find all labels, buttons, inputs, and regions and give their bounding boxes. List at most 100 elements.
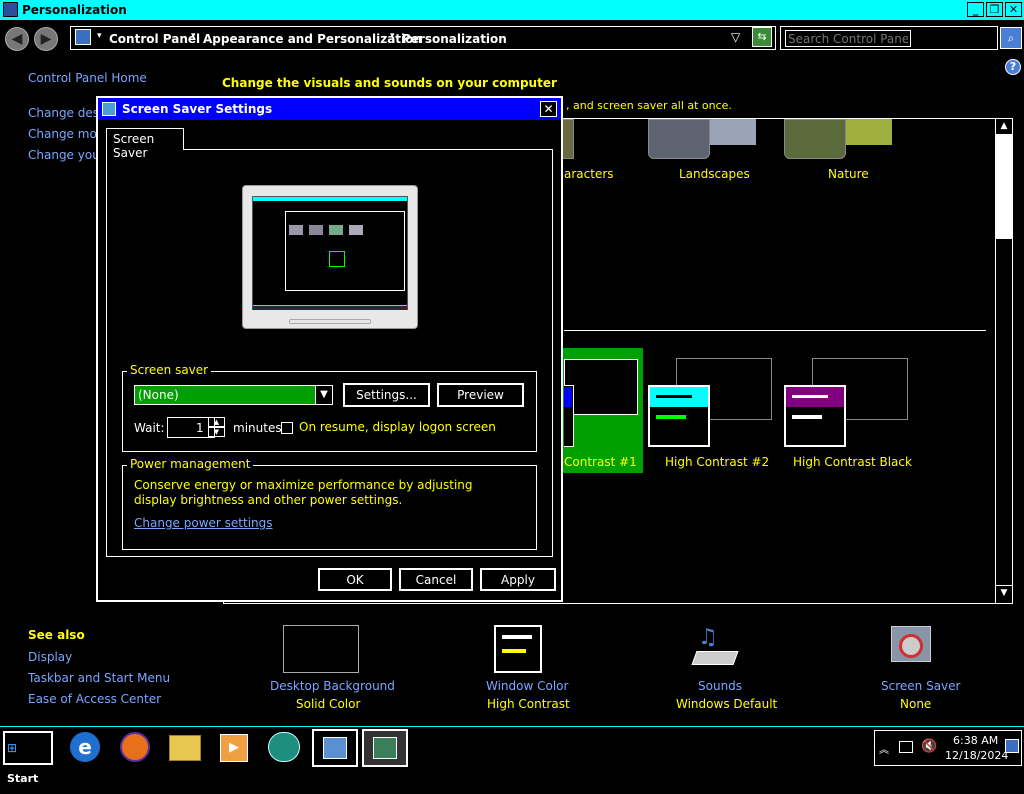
apply-button[interactable]: Apply: [480, 568, 556, 591]
see-also-ease-of-access-link[interactable]: Ease of Access Center: [28, 692, 161, 706]
clock-time[interactable]: 6:38 AM: [953, 734, 998, 747]
back-button[interactable]: ◀: [5, 27, 29, 51]
theme-label-characters[interactable]: aracters: [564, 167, 614, 181]
control-panel-icon: [323, 737, 347, 759]
theme-label-landscapes[interactable]: Landscapes: [679, 167, 750, 181]
wait-spinner-down[interactable]: ▼: [208, 427, 225, 437]
preview-taskbar: [253, 305, 407, 310]
sounds-label[interactable]: Sounds: [698, 679, 742, 693]
chevron-down-icon[interactable]: ▾: [191, 31, 196, 41]
theme-preview-hcblack[interactable]: [784, 385, 846, 447]
screen-saver-icon[interactable]: [891, 626, 935, 668]
app-icon[interactable]: [268, 732, 300, 762]
chevron-down-icon[interactable]: ▾: [390, 31, 395, 41]
hc2-content-line: [656, 415, 686, 419]
file-explorer-icon[interactable]: [169, 735, 201, 761]
theme-preview-hc1: [564, 359, 638, 415]
scroll-down-button[interactable]: ▼: [996, 585, 1012, 601]
control-panel-home-link[interactable]: Control Panel Home: [28, 71, 147, 85]
screen-saver-select[interactable]: (None) ▼: [134, 385, 333, 405]
window-color-label[interactable]: Window Color: [486, 679, 568, 693]
chevron-down-icon[interactable]: ▼: [315, 386, 332, 404]
tab-screen-saver[interactable]: Screen Saver: [106, 128, 184, 160]
control-panel-icon: [75, 29, 91, 45]
sounds-icon[interactable]: ♫: [691, 625, 740, 671]
resume-checkbox[interactable]: [281, 422, 293, 434]
see-also-taskbar-link[interactable]: Taskbar and Start Menu: [28, 671, 170, 685]
start-button[interactable]: ⊞ Start: [3, 731, 53, 785]
address-box[interactable]: ▾ Control Panel ▾ Appearance and Persona…: [70, 26, 776, 50]
breadcrumb-personalization[interactable]: Personalization: [402, 32, 507, 46]
cancel-button[interactable]: Cancel: [399, 568, 473, 591]
monitor-base-slot: [289, 319, 371, 324]
refresh-button[interactable]: ⇆: [752, 27, 772, 47]
theme-preview-hc2[interactable]: [648, 385, 710, 447]
preview-thumb-1: [289, 225, 303, 235]
themes-scrollbar[interactable]: ▲ ▼: [995, 119, 1012, 603]
minimize-button[interactable]: _: [967, 2, 984, 17]
screen-saver-group-label: Screen saver: [127, 363, 212, 377]
power-management-group-label: Power management: [127, 457, 254, 471]
theme-thumbnail-landscapes[interactable]: [648, 119, 710, 159]
hcblack-content-line: [792, 415, 822, 419]
search-box[interactable]: [780, 26, 998, 50]
chevron-down-icon[interactable]: ▾: [97, 31, 102, 41]
preview-button[interactable]: Preview: [437, 383, 524, 407]
theme-label-hc2[interactable]: High Contrast #2: [665, 455, 769, 469]
hc2-title-text: [656, 395, 692, 398]
tab-label: Screen Saver: [113, 132, 155, 160]
power-management-description: Conserve energy or maximize performance …: [134, 478, 473, 507]
media-player-icon[interactable]: ▶: [220, 734, 248, 762]
see-also-display-link[interactable]: Display: [28, 650, 72, 664]
system-tray: ︽ 🔇 6:38 AM 12/18/2024: [874, 730, 1022, 766]
search-input[interactable]: [785, 30, 911, 47]
network-icon[interactable]: [899, 741, 913, 753]
theme-label-nature[interactable]: Nature: [828, 167, 869, 181]
desktop-background-value: Solid Color: [296, 697, 361, 711]
desktop-background-icon[interactable]: [283, 625, 359, 673]
theme-label-hc-black[interactable]: High Contrast Black: [793, 455, 912, 469]
music-note-icon: ♫: [698, 625, 718, 650]
window-titlebar: Personalization _ ❐ ✕: [0, 0, 1024, 20]
dialog-close-button[interactable]: ✕: [540, 101, 557, 117]
taskbar: ⊞ Start e ▶ ︽ 🔇 6:38 AM 12/18/2024: [0, 726, 1024, 785]
help-icon[interactable]: ?: [1005, 59, 1021, 75]
window-color-icon[interactable]: [494, 625, 542, 673]
personalization-taskbar-button[interactable]: [362, 729, 408, 767]
start-label: Start: [7, 772, 39, 785]
internet-explorer-icon[interactable]: e: [70, 732, 100, 762]
section-divider: [564, 330, 986, 331]
control-panel-taskbar-button[interactable]: [312, 729, 358, 767]
dropdown-arrow-icon[interactable]: ▽: [731, 30, 740, 44]
desktop-background-label[interactable]: Desktop Background: [270, 679, 395, 693]
maximize-button[interactable]: ❐: [986, 2, 1003, 17]
show-desktop-icon[interactable]: [1005, 739, 1019, 753]
screen-saver-label[interactable]: Screen Saver: [881, 679, 960, 693]
breadcrumb-control-panel[interactable]: Control Panel: [109, 32, 200, 46]
screen-saver-icon: [102, 102, 116, 116]
preview-screen: [252, 196, 408, 310]
volume-muted-icon[interactable]: 🔇: [921, 739, 937, 754]
preview-thumb-3: [329, 225, 343, 235]
forward-button[interactable]: ▶: [34, 27, 58, 51]
window-color-bar-white: [502, 635, 532, 639]
search-icon[interactable]: ⌕: [1000, 27, 1022, 49]
ok-button[interactable]: OK: [318, 568, 392, 591]
theme-thumbnail-nature[interactable]: [784, 119, 846, 159]
change-power-settings-link[interactable]: Change power settings: [134, 516, 273, 530]
scroll-thumb[interactable]: [996, 135, 1012, 239]
firefox-icon[interactable]: [120, 732, 150, 762]
wait-spinner-up[interactable]: ▲: [208, 417, 225, 427]
theme-thumbnail-landscapes-overlay: [710, 119, 756, 145]
scroll-up-button[interactable]: ▲: [996, 119, 1012, 135]
theme-label-hc1[interactable]: Contrast #1: [564, 455, 637, 469]
window-color-bar-yellow: [502, 649, 526, 653]
dialog-titlebar: Screen Saver Settings ✕: [98, 98, 561, 120]
resume-checkbox-label[interactable]: On resume, display logon screen: [299, 420, 496, 434]
close-button[interactable]: ✕: [1005, 2, 1022, 17]
settings-button[interactable]: Settings...: [343, 383, 430, 407]
theme-thumbnail-nature-overlay: [846, 119, 892, 145]
preview-frame: [285, 211, 405, 291]
show-hidden-icons-icon[interactable]: ︽: [879, 741, 889, 756]
clock-date[interactable]: 12/18/2024: [945, 749, 1008, 762]
